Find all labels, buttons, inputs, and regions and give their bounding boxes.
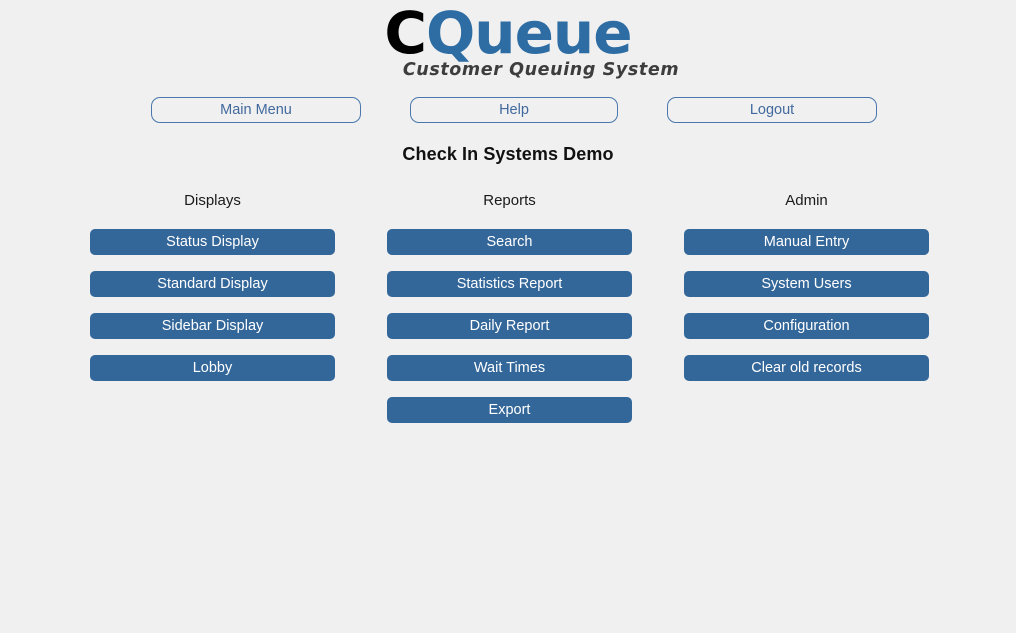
column-displays: Displays Status Display Standard Display… [90,192,335,381]
column-reports: Reports Search Statistics Report Daily R… [387,192,632,423]
column-admin: Admin Manual Entry System Users Configur… [684,192,929,381]
button-system-users[interactable]: System Users [684,271,929,297]
logo-letter-c: C [384,0,427,67]
button-manual-entry[interactable]: Manual Entry [684,229,929,255]
button-configuration[interactable]: Configuration [684,313,929,339]
column-heading-admin: Admin [785,192,828,209]
nav-button-help[interactable]: Help [410,97,618,123]
logo-wordmark: CQueue [0,2,1016,64]
column-heading-displays: Displays [184,192,241,209]
button-lobby[interactable]: Lobby [90,355,335,381]
column-heading-reports: Reports [483,192,536,209]
button-sidebar-display[interactable]: Sidebar Display [90,313,335,339]
top-navigation-bar: Main Menu Help Logout [0,97,1016,123]
menu-columns: Displays Status Display Standard Display… [0,192,1016,452]
button-daily-report[interactable]: Daily Report [387,313,632,339]
button-wait-times[interactable]: Wait Times [387,355,632,381]
brand-logo: CQueue Customer Queuing System [0,0,1016,80]
nav-button-main-menu[interactable]: Main Menu [151,97,361,123]
button-clear-old-records[interactable]: Clear old records [684,355,929,381]
button-search[interactable]: Search [387,229,632,255]
logo-text-queue: Queue [426,0,633,67]
logo-tagline: Customer Queuing System [402,60,680,80]
button-statistics-report[interactable]: Statistics Report [387,271,632,297]
button-standard-display[interactable]: Standard Display [90,271,335,297]
button-status-display[interactable]: Status Display [90,229,335,255]
page-title: Check In Systems Demo [402,144,614,164]
nav-button-logout[interactable]: Logout [667,97,877,123]
button-export[interactable]: Export [387,397,632,423]
